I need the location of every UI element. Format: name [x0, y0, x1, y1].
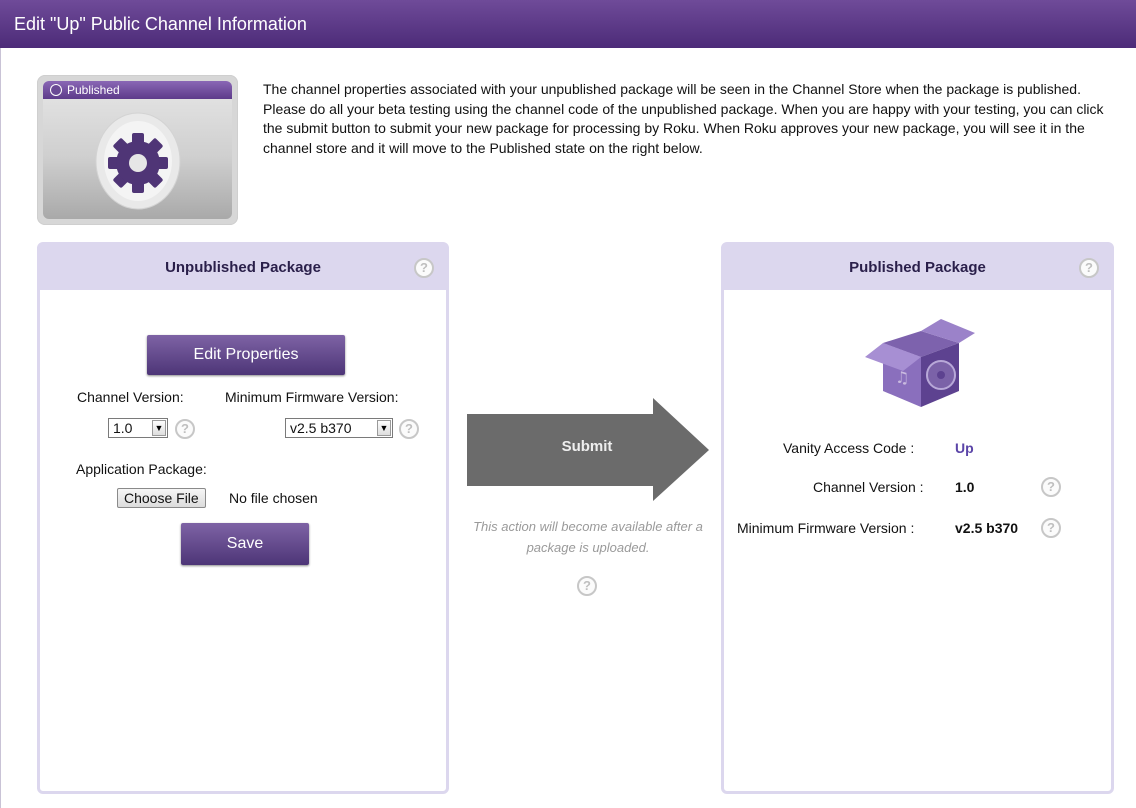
unpublished-panel: Unpublished Package ? Edit Properties Ch… [37, 242, 449, 794]
chevron-down-icon: ▼ [152, 420, 166, 436]
submit-note: This action will become available after … [473, 519, 703, 555]
published-min-firmware-value: v2.5 b370 [955, 520, 1019, 536]
thumbnail-image: Published [43, 81, 232, 219]
save-button[interactable]: Save [181, 523, 309, 565]
channel-version-label: Channel Version: [77, 389, 184, 405]
published-panel: Published Package ? ♫ Vanity Access Code… [721, 242, 1114, 794]
published-panel-title: Published Package [849, 259, 986, 276]
thumbnail-status-label: Published [67, 83, 120, 97]
channel-version-help-icon[interactable]: ? [175, 419, 195, 439]
min-firmware-help-icon[interactable]: ? [399, 419, 419, 439]
box-icon: ♫ [865, 319, 975, 407]
chevron-down-icon: ▼ [377, 420, 391, 436]
channel-version-select[interactable]: 1.0 ▼ [108, 418, 168, 438]
channel-version-selected: 1.0 [113, 420, 133, 436]
svg-text:♫: ♫ [895, 368, 909, 387]
vanity-access-value[interactable]: Up [955, 440, 974, 456]
thumbnail-status-bar: Published [43, 81, 232, 99]
submit-button[interactable]: Submit [467, 438, 707, 455]
help-icon[interactable]: ? [1079, 258, 1099, 278]
application-package-label: Application Package: [76, 461, 207, 477]
published-min-firmware-label: Minimum Firmware Version : [737, 520, 915, 536]
submit-help-icon[interactable]: ? [577, 576, 597, 596]
published-channel-version-label: Channel Version : [813, 479, 924, 495]
unpublished-panel-header: Unpublished Package ? [40, 245, 446, 290]
vanity-access-label: Vanity Access Code : [783, 440, 915, 456]
file-status-text: No file chosen [229, 490, 318, 506]
page-title: Edit "Up" Public Channel Information [0, 0, 1136, 48]
help-icon[interactable]: ? [414, 258, 434, 278]
min-firmware-selected: v2.5 b370 [290, 420, 352, 436]
edit-properties-button[interactable]: Edit Properties [147, 335, 345, 375]
min-firmware-select[interactable]: v2.5 b370 ▼ [285, 418, 393, 438]
unpublished-panel-title: Unpublished Package [165, 259, 321, 276]
min-firmware-label: Minimum Firmware Version: [225, 389, 399, 405]
channel-thumbnail: Published [37, 75, 238, 225]
published-panel-header: Published Package ? [724, 245, 1111, 290]
intro-text: The channel properties associated with y… [263, 81, 1104, 156]
published-channel-version-value: 1.0 [955, 479, 975, 495]
gear-icon [95, 112, 181, 210]
published-min-firmware-help-icon[interactable]: ? [1041, 518, 1061, 538]
choose-file-button[interactable]: Choose File [117, 488, 206, 508]
published-channel-version-help-icon[interactable]: ? [1041, 477, 1061, 497]
status-dot-icon [50, 84, 62, 96]
